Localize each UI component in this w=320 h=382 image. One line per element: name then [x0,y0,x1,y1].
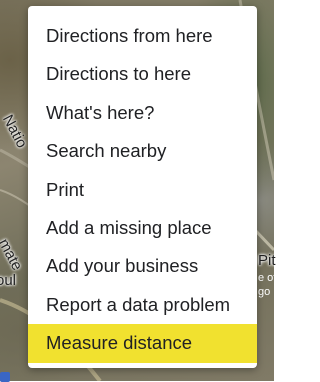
map-label-go: go [258,286,271,298]
menu-item-report-data-problem[interactable]: Report a data problem [28,286,257,324]
menu-item-add-your-business[interactable]: Add your business [28,247,257,285]
map-label-pul: oul [0,272,17,289]
menu-item-print[interactable]: Print [28,171,257,209]
menu-item-directions-to-here[interactable]: Directions to here [28,55,257,93]
map-label-eo: e of [258,272,277,284]
menu-item-whats-here[interactable]: What's here? [28,94,257,132]
map-label-pi: Pit [258,252,276,269]
menu-item-directions-from-here[interactable]: Directions from here [28,17,257,55]
menu-item-add-missing-place[interactable]: Add a missing place [28,209,257,247]
context-menu: Directions from here Directions to here … [28,6,257,368]
menu-item-measure-distance[interactable]: Measure distance [28,324,257,363]
menu-item-search-nearby[interactable]: Search nearby [28,132,257,170]
